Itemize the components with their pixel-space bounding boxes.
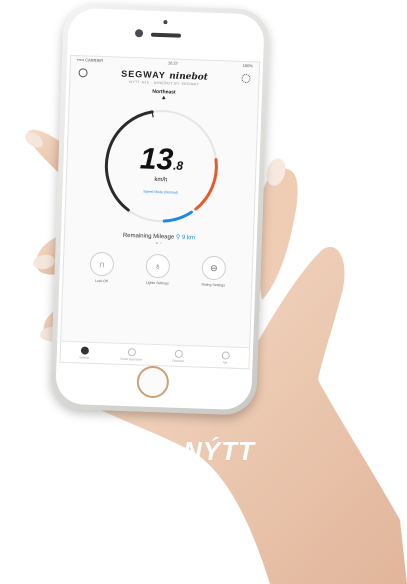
brand-name: SEGWAY xyxy=(121,68,166,81)
speed-decimal: .8 xyxy=(172,158,184,173)
tab-vehicle-label: Vehicle xyxy=(79,354,90,360)
gauge-battery-arc xyxy=(162,210,193,223)
app-screen: ••••• CARRIER 16:27 100% SEGWAY ninebot … xyxy=(59,54,261,370)
lights-settings-button[interactable]: ♁ Lights Settings xyxy=(132,253,183,286)
light-bulb-icon: ♁ xyxy=(145,253,171,279)
me-icon xyxy=(221,350,230,360)
speed-readout: 13.8 xyxy=(86,141,237,180)
lock-button[interactable]: ∩ Lock Off xyxy=(76,251,127,284)
discover-icon xyxy=(174,349,183,358)
tab-vehicle[interactable]: Vehicle xyxy=(64,345,104,359)
lock-label: Lock Off xyxy=(94,278,108,284)
riding-label: Riding Settings xyxy=(201,282,226,288)
quick-actions: ∩ Lock Off ♁ Lights Settings ⊖ Riding Se… xyxy=(63,251,252,289)
lights-label: Lights Settings xyxy=(145,280,169,286)
tab-discover-label: Discover xyxy=(172,358,185,363)
riding-settings-button[interactable]: ⊖ Riding Settings xyxy=(188,255,239,288)
vehicle-icon xyxy=(80,345,89,355)
location-pin-icon: ⚲ xyxy=(175,234,181,241)
tab-smart-operation[interactable]: Smart Operation xyxy=(111,347,151,361)
speed-integer: 13 xyxy=(139,142,174,177)
lock-icon: ∩ xyxy=(89,251,115,277)
smartphone: ••••• CARRIER 16:27 100% SEGWAY ninebot … xyxy=(49,2,270,416)
remaining-value: 9 km xyxy=(181,234,196,242)
tab-discover[interactable]: Discover xyxy=(158,349,198,363)
tab-smart-label: Smart Operation xyxy=(120,356,143,362)
smart-icon xyxy=(127,347,136,356)
caption-new: NÝTT xyxy=(183,436,255,466)
scooter-icon: ⊖ xyxy=(201,255,227,281)
tab-me[interactable]: Me xyxy=(205,350,245,364)
product-photo: ••••• CARRIER 16:27 100% SEGWAY ninebot … xyxy=(0,0,407,584)
tab-me-label: Me xyxy=(222,359,228,365)
speed-gauge: 13.8 km/h Speed Mode (Normal) xyxy=(84,99,238,234)
